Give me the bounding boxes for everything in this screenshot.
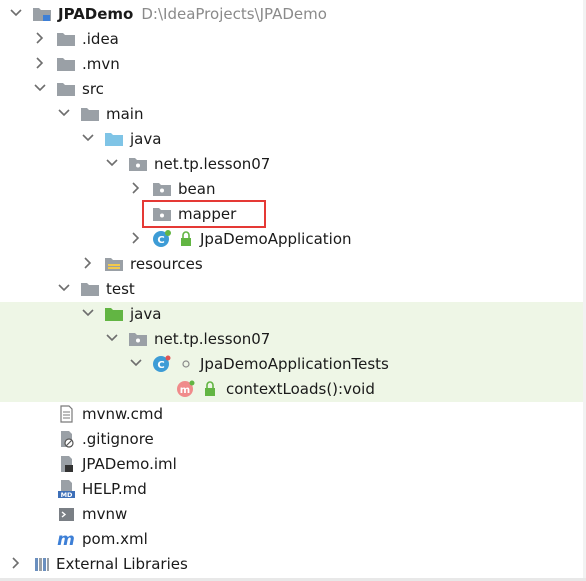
module-folder-icon [32,4,52,24]
chevron-down-icon[interactable] [104,330,120,346]
tree-label-iml: JPADemo.iml [82,455,177,473]
folder-icon [56,29,76,49]
tree-label-src: src [82,80,104,98]
tree-label-main: main [106,105,144,123]
tree-label-resources: resources [130,255,203,273]
maven-letter: m [57,530,75,549]
chevron-down-icon[interactable] [104,155,120,171]
resources-folder-icon [104,254,124,274]
tree-label-main-java: java [130,130,162,148]
tree-row-mvnw-cmd[interactable]: mvnw.cmd [0,402,586,427]
tree-label-help: HELP.md [82,480,147,498]
class-letter: C [157,360,164,371]
chevron-right-icon[interactable] [128,230,144,246]
md-letter: MD [61,491,73,499]
tree-label-mvn: .mvn [82,55,120,73]
tree-label-test-package: net.tp.lesson07 [154,330,271,348]
chevron-down-icon[interactable] [128,355,144,371]
tree-row-gitignore[interactable]: .gitignore [0,427,586,452]
tree-row-main[interactable]: main [0,102,586,127]
tree-label-gitignore: .gitignore [82,430,154,448]
tree-label-app-class: JpaDemoApplication [200,230,352,248]
tree-row-resources[interactable]: resources [0,252,586,277]
test-class-icon: C [152,354,172,374]
chevron-down-icon[interactable] [80,130,96,146]
tree-row-bean[interactable]: bean [0,177,586,202]
package-icon [152,204,172,224]
tree-label-mvnw-cmd: mvnw.cmd [82,405,164,423]
visibility-icon [176,354,196,374]
chevron-right-icon[interactable] [8,555,24,571]
tree-label-test-java: java [130,305,162,323]
chevron-down-icon[interactable] [56,105,72,121]
chevron-right-icon[interactable] [128,180,144,196]
tree-row-test-method[interactable]: m contextLoads():void [0,377,586,402]
tree-row-help[interactable]: MD HELP.md [0,477,586,502]
tree-row-test-java[interactable]: java [0,302,586,327]
tree-row-external-libraries[interactable]: External Libraries [0,552,586,577]
class-letter: C [157,235,164,246]
project-tree: JPADemo D:\IdeaProjects\JPADemo .idea .mv… [0,0,586,581]
folder-icon [56,79,76,99]
tree-label-mapper: mapper [178,205,237,223]
tree-row-mvnw[interactable]: mvnw [0,502,586,527]
folder-icon [56,54,76,74]
maven-icon: m [56,529,76,549]
chevron-down-icon[interactable] [8,5,24,21]
tree-label-test: test [106,280,135,298]
markdown-file-icon: MD [56,479,76,499]
chevron-right-icon[interactable] [32,30,48,46]
source-folder-icon [104,129,124,149]
lock-icon [200,379,220,399]
tree-label-main-package: net.tp.lesson07 [154,155,271,173]
tree-label-idea: .idea [82,30,119,48]
spring-boot-class-icon: C [152,229,172,249]
module-file-icon [56,454,76,474]
folder-icon [80,279,100,299]
tree-row-test[interactable]: test [0,277,586,302]
method-icon: m [176,379,196,399]
project-name-label: JPADemo D:\IdeaProjects\JPADemo [58,5,327,23]
package-icon [128,329,148,349]
tree-label-external-libraries: External Libraries [56,555,188,573]
package-icon [152,179,172,199]
tree-row-test-package[interactable]: net.tp.lesson07 [0,327,586,352]
chevron-right-icon[interactable] [32,55,48,71]
tree-row-main-java[interactable]: java [0,127,586,152]
libraries-icon [32,554,52,574]
chevron-down-icon[interactable] [32,80,48,96]
tree-row-app-class[interactable]: C JpaDemoApplication [0,227,586,252]
tree-row-idea[interactable]: .idea [0,27,586,52]
tree-row-test-class[interactable]: C JpaDemoApplicationTests [0,352,586,377]
test-source-folder-icon [104,304,124,324]
tree-label-test-class: JpaDemoApplicationTests [200,355,389,373]
tree-label-pom: pom.xml [82,530,148,548]
package-icon [128,154,148,174]
chevron-down-icon[interactable] [80,305,96,321]
tree-label-test-method: contextLoads():void [226,380,375,398]
chevron-right-icon[interactable] [80,255,96,271]
tree-label-mvnw: mvnw [82,505,128,523]
text-file-icon [56,404,76,424]
tree-row-mvn[interactable]: .mvn [0,52,586,77]
tree-row-src[interactable]: src [0,77,586,102]
tree-row-pom[interactable]: m pom.xml [0,527,586,552]
project-path-label: D:\IdeaProjects\JPADemo [141,5,327,23]
tree-label-bean: bean [178,180,216,198]
tree-row-main-package[interactable]: net.tp.lesson07 [0,152,586,177]
tree-row-mapper[interactable]: mapper [0,202,586,227]
tree-row-project-root[interactable]: JPADemo D:\IdeaProjects\JPADemo [0,2,586,27]
lock-icon [176,229,196,249]
shell-script-icon [56,504,76,524]
chevron-down-icon[interactable] [56,280,72,296]
method-letter: m [180,385,190,396]
folder-icon [80,104,100,124]
ignore-file-icon [56,429,76,449]
tree-row-iml[interactable]: JPADemo.iml [0,452,586,477]
